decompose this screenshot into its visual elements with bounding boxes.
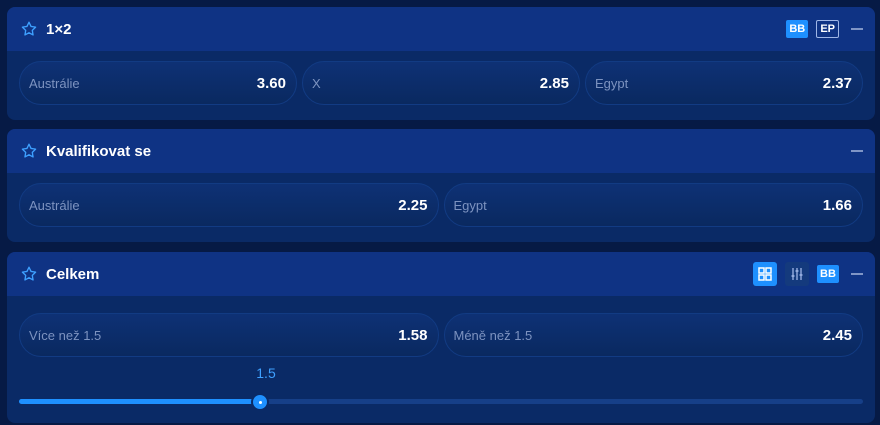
odd-label: Austrálie [29, 197, 80, 213]
odd-value: 2.85 [539, 74, 569, 92]
bb-badge[interactable]: BB [817, 265, 839, 283]
odd-label: Egypt [595, 75, 629, 91]
market-header[interactable]: 1×2 BB EP [7, 7, 875, 51]
sliders-icon [791, 268, 803, 280]
odd-label: Méně než 1.5 [453, 327, 533, 343]
odd-value: 2.37 [822, 74, 852, 92]
market-header[interactable]: Kvalifikovat se [7, 129, 875, 173]
ep-badge[interactable]: EP [816, 20, 839, 38]
star-icon[interactable] [20, 265, 38, 283]
market-title: Celkem [46, 265, 100, 283]
odd-value: 3.60 [256, 74, 286, 92]
market-title: Kvalifikovat se [46, 142, 152, 160]
collapse-minus-icon[interactable] [851, 28, 863, 30]
odd-button-draw[interactable]: X 2.85 [302, 61, 580, 105]
market-panel-qualify: Kvalifikovat se Austrálie 2.25 Egypt 1.6… [7, 129, 875, 242]
odd-value: 1.58 [398, 326, 428, 344]
collapse-minus-icon[interactable] [851, 150, 863, 152]
star-icon[interactable] [20, 142, 38, 160]
market-panel-total: Celkem BB Více než 1.5 1.58 Méně než 1.5… [7, 252, 875, 423]
odd-value: 2.45 [822, 326, 852, 344]
thumb-dot [258, 400, 262, 404]
slider-value-label: 1.5 [256, 365, 276, 381]
collapse-minus-icon[interactable] [851, 273, 863, 275]
odd-button-over[interactable]: Více než 1.5 1.58 [19, 313, 439, 357]
bb-badge[interactable]: BB [786, 20, 809, 38]
odd-label: Austrálie [29, 75, 80, 91]
odd-button-home[interactable]: Austrálie 2.25 [19, 183, 439, 227]
slider-thumb[interactable] [251, 393, 269, 411]
odd-value: 1.66 [822, 196, 852, 214]
market-title: 1×2 [46, 20, 72, 38]
total-line-slider[interactable]: 1.5 [19, 357, 863, 423]
market-header[interactable]: Celkem BB [7, 252, 875, 296]
slider-track[interactable] [19, 399, 863, 404]
odd-button-under[interactable]: Méně než 1.5 2.45 [443, 313, 863, 357]
odd-button-home[interactable]: Austrálie 3.60 [19, 61, 297, 105]
market-panel-1x2: 1×2 BB EP Austrálie 3.60 X 2.85 Egypt 2.… [7, 7, 875, 120]
odd-label: Egypt [453, 197, 487, 213]
odd-label: X [312, 75, 321, 91]
odd-button-away[interactable]: Egypt 1.66 [443, 183, 863, 227]
odd-button-away[interactable]: Egypt 2.37 [585, 61, 863, 105]
star-icon[interactable] [20, 20, 38, 38]
odd-value: 2.25 [398, 196, 428, 214]
grid-view-button[interactable] [753, 262, 777, 286]
odd-label: Více než 1.5 [29, 327, 102, 343]
grid-icon [758, 267, 772, 281]
slider-view-button[interactable] [785, 262, 809, 286]
slider-fill [19, 399, 260, 404]
